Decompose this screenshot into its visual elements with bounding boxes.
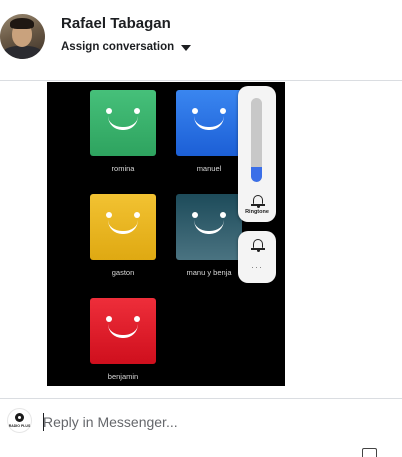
eye bbox=[220, 108, 226, 114]
eye bbox=[134, 316, 140, 322]
smile-icon bbox=[108, 324, 138, 338]
composer-divider bbox=[0, 398, 402, 399]
eye bbox=[106, 108, 112, 114]
avatar-hair bbox=[10, 18, 34, 29]
page-avatar: RADIO PLUS bbox=[7, 408, 32, 433]
assign-conversation-dropdown[interactable]: Assign conversation bbox=[61, 39, 192, 55]
eye bbox=[134, 212, 140, 218]
profile-tile bbox=[176, 90, 242, 156]
profile-label: benjamin bbox=[107, 372, 139, 381]
smile-icon bbox=[194, 220, 224, 234]
profile-tile bbox=[90, 194, 156, 260]
volume-label: Ringtone bbox=[245, 209, 269, 215]
conversation-header: Rafael Tabagan Assign conversation bbox=[0, 0, 402, 80]
eye bbox=[192, 212, 198, 218]
profile-tile bbox=[176, 194, 242, 260]
chevron-down-icon bbox=[181, 44, 192, 51]
attachment-icon[interactable] bbox=[362, 448, 377, 457]
smile-icon bbox=[108, 116, 138, 130]
eye bbox=[220, 212, 226, 218]
more-icon: ··· bbox=[251, 262, 263, 272]
text-cursor bbox=[43, 413, 44, 431]
eye bbox=[106, 316, 112, 322]
reply-input[interactable] bbox=[43, 412, 383, 432]
volume-slider bbox=[251, 98, 262, 182]
volume-panel: Ringtone bbox=[238, 86, 276, 222]
bell-icon bbox=[251, 195, 265, 208]
smile-icon bbox=[108, 220, 138, 234]
assign-conversation-label: Assign conversation bbox=[61, 41, 175, 53]
bell-icon bbox=[251, 239, 265, 252]
smile-icon bbox=[194, 116, 224, 130]
header-divider bbox=[0, 80, 402, 81]
volume-slider-fill bbox=[251, 166, 262, 182]
profile-tile bbox=[90, 90, 156, 156]
eye bbox=[106, 212, 112, 218]
profile-tile bbox=[90, 298, 156, 364]
contact-avatar[interactable] bbox=[0, 14, 45, 59]
page-avatar-brand: RADIO PLUS bbox=[8, 424, 31, 428]
contact-name[interactable]: Rafael Tabagan bbox=[61, 15, 171, 32]
avatar-shirt bbox=[2, 46, 43, 59]
eye bbox=[134, 108, 140, 114]
eye bbox=[192, 108, 198, 114]
volume-mode-panel: ··· bbox=[238, 231, 276, 283]
radio-logo-icon bbox=[15, 413, 24, 422]
